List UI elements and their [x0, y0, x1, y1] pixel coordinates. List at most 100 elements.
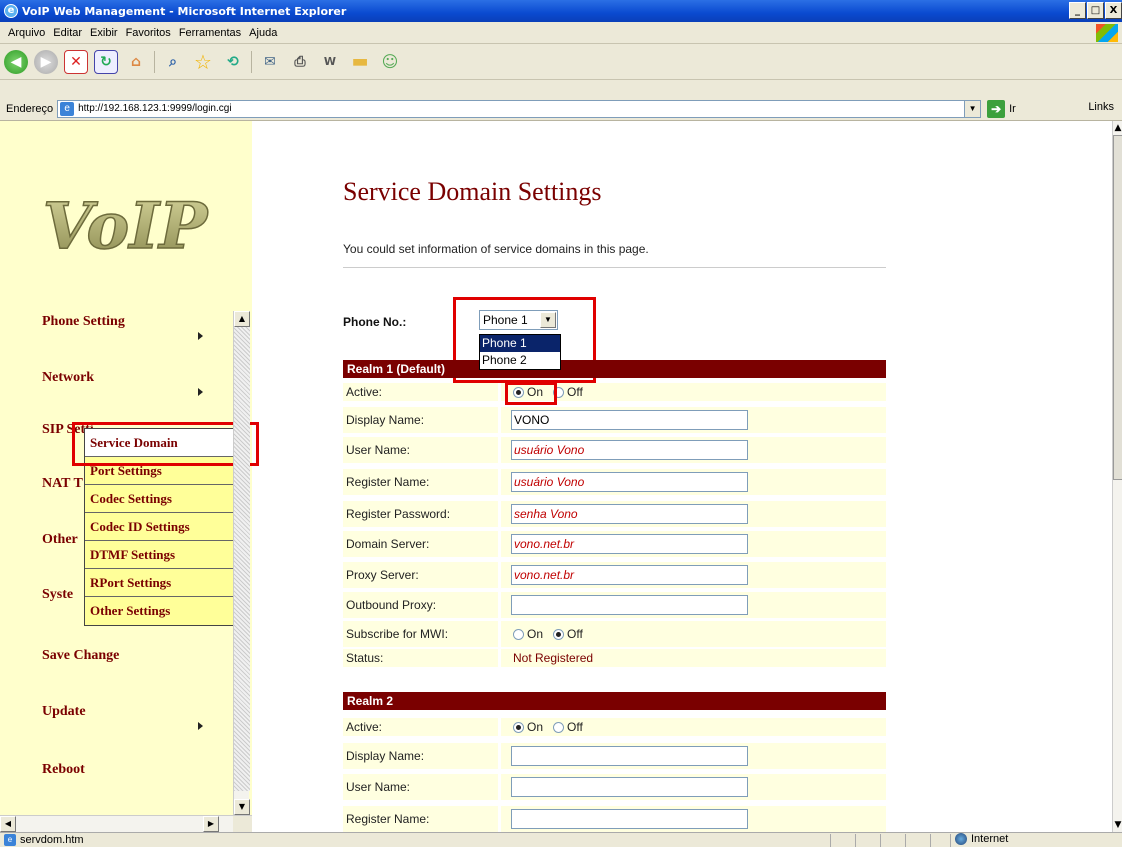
- go-label: Ir: [1009, 102, 1016, 115]
- nav-nat-traversal[interactable]: NAT T: [42, 476, 83, 492]
- nav-phone-setting[interactable]: Phone Setting: [42, 314, 125, 330]
- realm2-user-name-row: User Name:: [343, 774, 886, 800]
- realm1-active-on[interactable]: On: [513, 379, 543, 405]
- nav-reboot[interactable]: Reboot: [42, 762, 85, 778]
- realm2-active-off[interactable]: Off: [553, 714, 583, 740]
- close-button[interactable]: X: [1105, 2, 1122, 19]
- realm2-active-row: Active: On Off: [343, 718, 886, 736]
- phone-select-value: Phone 1: [483, 313, 528, 327]
- realm2-active-on[interactable]: On: [513, 714, 543, 740]
- outbound-proxy-input[interactable]: [511, 595, 748, 615]
- register-name-input[interactable]: usuário Vono: [511, 472, 748, 492]
- radio-off-icon[interactable]: [513, 628, 524, 640]
- realm1-proxy-server-row: Proxy Server: vono.net.br: [343, 562, 886, 588]
- domain-server-input[interactable]: vono.net.br: [511, 534, 748, 554]
- page-scroll-up-icon[interactable]: ▲: [1113, 121, 1122, 135]
- scroll-up-icon[interactable]: ▲: [234, 311, 250, 327]
- submenu-other-settings[interactable]: Other Settings: [85, 597, 235, 625]
- user-name-cell: usuário Vono: [501, 437, 886, 463]
- minimize-button[interactable]: _: [1069, 2, 1086, 19]
- menu-ferramentas[interactable]: Ferramentas: [179, 27, 241, 39]
- sidebar-scrollbar[interactable]: ▲ ▼: [233, 311, 250, 815]
- submenu-service-domain[interactable]: Service Domain: [85, 429, 235, 457]
- off-label: Off: [567, 627, 583, 641]
- mwi-on[interactable]: On: [513, 621, 543, 647]
- radio-off-icon[interactable]: [553, 721, 565, 733]
- home-icon[interactable]: ⌂: [124, 50, 148, 74]
- scroll-thumb[interactable]: [234, 327, 250, 791]
- chevron-down-icon[interactable]: ▼: [540, 312, 556, 328]
- status-cell-divider: [905, 834, 906, 847]
- radio-on-icon[interactable]: [513, 386, 524, 398]
- realm1-active-row: Active: On Off: [343, 383, 886, 401]
- submenu-port-settings[interactable]: Port Settings: [85, 457, 235, 485]
- phone-option-2[interactable]: Phone 2: [480, 352, 560, 369]
- links-button[interactable]: Links: [1088, 101, 1114, 113]
- menu-exibir[interactable]: Exibir: [90, 27, 118, 39]
- realm1-active-off[interactable]: Off: [553, 379, 583, 405]
- domain-server-label: Domain Server:: [343, 531, 498, 557]
- voip-logo: VoIP: [20, 176, 230, 271]
- radio-on-icon[interactable]: [513, 721, 524, 733]
- folder-icon[interactable]: ▬: [348, 50, 372, 74]
- edit-icon[interactable]: W: [318, 50, 342, 74]
- windows-logo-icon: [1096, 24, 1118, 42]
- address-dropdown-icon[interactable]: ▼: [964, 100, 981, 117]
- go-button[interactable]: ➔ Ir: [987, 99, 1016, 118]
- maximize-button[interactable]: □: [1087, 2, 1104, 19]
- realm2-active-value: On Off: [501, 718, 886, 736]
- phone-option-1[interactable]: Phone 1: [480, 335, 560, 352]
- menu-editar[interactable]: Editar: [53, 27, 82, 39]
- voip-logo-graphic: VoIP: [42, 188, 210, 265]
- submenu-codec-settings[interactable]: Codec Settings: [85, 485, 235, 513]
- search-icon[interactable]: ⌕: [161, 50, 185, 74]
- mail-icon[interactable]: ✉: [258, 50, 282, 74]
- nav-system[interactable]: Syste: [42, 587, 73, 603]
- toolbar-separator: [154, 50, 155, 73]
- display-name-input[interactable]: VONO: [511, 410, 748, 430]
- history-icon[interactable]: ⟲: [221, 50, 245, 74]
- register-password-input[interactable]: senha Vono: [511, 504, 748, 524]
- favorites-icon[interactable]: ☆: [191, 50, 215, 74]
- submenu-rport-settings[interactable]: RPort Settings: [85, 569, 235, 597]
- nav-update[interactable]: Update: [42, 704, 86, 720]
- back-icon[interactable]: ◀: [4, 49, 28, 74]
- menu-ajuda[interactable]: Ajuda: [249, 27, 277, 39]
- register-name-label: Register Name:: [343, 469, 498, 495]
- sidebar-hscrollbar[interactable]: ◀ ▶: [0, 815, 252, 832]
- address-input[interactable]: e http://192.168.123.1:9999/login.cgi ▼: [57, 99, 982, 118]
- stop-icon[interactable]: ✕: [64, 49, 88, 74]
- toolbar: ◀ ▶ ✕ ↻ ⌂ ⌕ ☆ ⟲ ✉ ⎙ W ▬ ☺: [0, 44, 1122, 80]
- nav-other[interactable]: Other: [42, 532, 78, 548]
- page-scroll-thumb[interactable]: [1113, 135, 1122, 480]
- page-scrollbar[interactable]: ▲ ▼: [1112, 121, 1122, 832]
- proxy-server-input[interactable]: vono.net.br: [511, 565, 748, 585]
- forward-icon[interactable]: ▶: [34, 49, 58, 74]
- domain-server-cell: vono.net.br: [501, 531, 886, 557]
- nav-save-change[interactable]: Save Change: [42, 648, 119, 664]
- nav-network[interactable]: Network: [42, 370, 94, 386]
- menu-arquivo[interactable]: Arquivo: [8, 27, 45, 39]
- realm2-display-name-input[interactable]: [511, 746, 748, 766]
- radio-off-icon[interactable]: [553, 386, 565, 398]
- realm2-register-name-input[interactable]: [511, 809, 748, 829]
- print-icon[interactable]: ⎙: [288, 50, 312, 74]
- radio-on-icon[interactable]: [553, 628, 565, 640]
- scroll-right-icon[interactable]: ▶: [203, 816, 219, 832]
- messenger-icon[interactable]: ☺: [378, 50, 402, 74]
- submenu-dtmf-settings[interactable]: DTMF Settings: [85, 541, 235, 569]
- scroll-left-icon[interactable]: ◀: [0, 816, 16, 832]
- phone-select[interactable]: Phone 1 ▼: [479, 310, 558, 330]
- status-cell-divider: [830, 834, 831, 847]
- submenu-codec-id-settings[interactable]: Codec ID Settings: [85, 513, 235, 541]
- menu-favoritos[interactable]: Favoritos: [126, 27, 171, 39]
- page-scroll-down-icon[interactable]: ▼: [1113, 818, 1122, 832]
- refresh-icon[interactable]: ↻: [94, 49, 118, 74]
- realm2-user-name-input[interactable]: [511, 777, 748, 797]
- phone-dropdown-list: Phone 1 Phone 2: [479, 334, 561, 370]
- user-name-input[interactable]: usuário Vono: [511, 440, 748, 460]
- realm2-register-name-row: Register Name:: [343, 806, 886, 832]
- scroll-down-icon[interactable]: ▼: [234, 799, 250, 815]
- mwi-off[interactable]: Off: [553, 621, 583, 647]
- window-title: VoIP Web Management - Microsoft Internet…: [22, 4, 347, 18]
